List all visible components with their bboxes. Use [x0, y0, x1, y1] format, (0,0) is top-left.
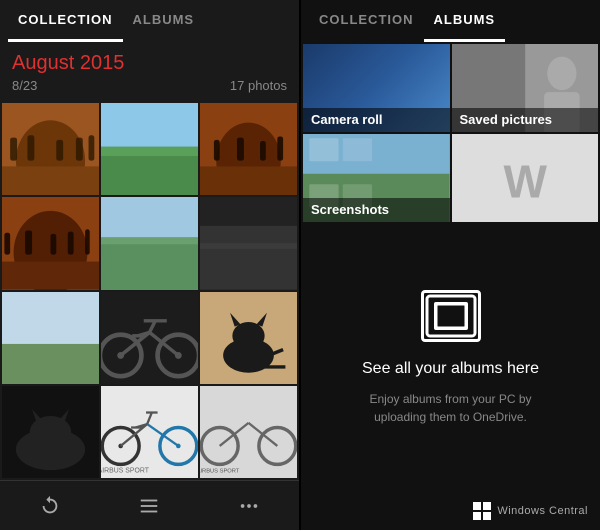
svg-text:AIRBUS SPORT: AIRBUS SPORT [200, 468, 240, 474]
svg-text:AIRBUS SPORT: AIRBUS SPORT [101, 467, 150, 474]
brand-name: Windows Central [497, 505, 588, 517]
onedrive-title: See all your albums here [362, 360, 539, 378]
photo-cell[interactable]: AIRBUS SPORT [101, 386, 198, 478]
photo-grid: AIRBUS SPORT AIRBUS SPORT [0, 101, 299, 480]
photo-cell[interactable] [200, 197, 297, 289]
albums-grid: Camera roll Saved pictures [301, 42, 600, 224]
left-tab-bar: COLLECTION ALBUMS [0, 0, 299, 42]
date-header: August 2015 8/23 17 photos [0, 42, 299, 101]
more-icon[interactable] [224, 486, 274, 526]
onedrive-description: Enjoy albums from your PC by uploading t… [351, 390, 551, 426]
bottom-bar [0, 480, 299, 530]
photo-cell[interactable] [200, 292, 297, 384]
win-cell-4 [483, 512, 491, 520]
right-panel: COLLECTION ALBUMS Camera roll [301, 0, 600, 530]
footer: Windows Central [301, 492, 600, 530]
svg-text:W: W [503, 156, 547, 208]
right-tab-albums[interactable]: ALBUMS [424, 0, 506, 42]
date-sub: 8/23 17 photos [12, 75, 287, 99]
photo-cell[interactable]: AIRBUS SPORT [200, 386, 297, 478]
windows-logo-grid [473, 502, 491, 520]
album-screenshots[interactable]: Screenshots [303, 134, 450, 222]
refresh-icon[interactable] [25, 486, 75, 526]
album-w[interactable]: W [452, 134, 599, 222]
photo-cell[interactable] [2, 292, 99, 384]
album-camera-label: Camera roll [303, 108, 450, 132]
left-tab-collection[interactable]: COLLECTION [8, 0, 123, 42]
photo-cell[interactable] [2, 103, 99, 195]
list-icon[interactable] [124, 486, 174, 526]
album-saved-label: Saved pictures [452, 108, 599, 132]
photo-cell[interactable] [2, 386, 99, 478]
album-camera-roll[interactable]: Camera roll [303, 44, 450, 132]
photo-cell[interactable] [200, 103, 297, 195]
photo-cell[interactable] [101, 197, 198, 289]
win-cell-2 [483, 502, 491, 510]
win-cell-1 [473, 502, 481, 510]
photo-cell[interactable] [2, 197, 99, 289]
left-panel: COLLECTION ALBUMS August 2015 8/23 17 ph… [0, 0, 299, 530]
album-screenshots-label: Screenshots [303, 198, 450, 222]
photo-cell[interactable] [101, 292, 198, 384]
date-title: August 2015 [12, 52, 287, 75]
onedrive-icon [421, 290, 481, 342]
right-tab-bar: COLLECTION ALBUMS [301, 0, 600, 42]
right-tab-collection[interactable]: COLLECTION [309, 0, 424, 42]
album-saved-pictures[interactable]: Saved pictures [452, 44, 599, 132]
date-current: 8/23 [12, 78, 37, 93]
photo-count: 17 photos [230, 78, 287, 93]
left-tab-albums[interactable]: ALBUMS [123, 0, 205, 42]
photo-cell[interactable] [101, 103, 198, 195]
win-cell-3 [473, 512, 481, 520]
onedrive-section: See all your albums here Enjoy albums fr… [301, 224, 600, 492]
